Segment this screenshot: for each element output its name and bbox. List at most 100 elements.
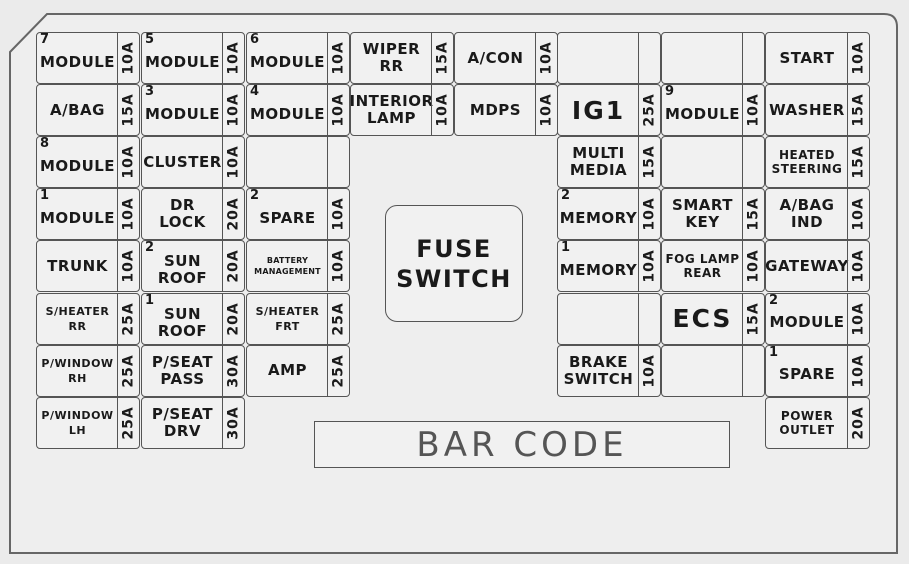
fuse-label: MODULE <box>144 52 221 71</box>
fuse-rating: 20A <box>225 197 242 231</box>
fuse-6-module[interactable]: 6 MODULE 10A <box>246 32 350 84</box>
fuse-multi-media[interactable]: MULTI MEDIA 15A <box>557 136 661 189</box>
fuse-rating-slot: 10A <box>847 293 869 344</box>
fuse-rating-slot: 10A <box>742 85 764 136</box>
fuse-p-seat-drv[interactable]: P/SEAT DRV 30A <box>141 396 245 449</box>
fuse-5-module[interactable]: 5 MODULE 10A <box>141 32 245 84</box>
fuse-rating-slot: 10A <box>327 85 349 136</box>
fuse-1-module[interactable]: 1 MODULE 10A <box>36 188 140 241</box>
fuse-rating-slot: 25A <box>327 293 349 344</box>
fuse-2-module[interactable]: 2 MODULE 10A <box>765 292 870 345</box>
fuse-ecs[interactable]: ECS 15A <box>661 292 765 345</box>
fuse-rating-slot: 15A <box>117 85 139 136</box>
fuse-label: START <box>779 48 835 67</box>
fuse-label: AMP <box>267 361 308 380</box>
fuse-3-module[interactable]: 3 MODULE 10A <box>141 84 245 137</box>
fuse-rating-slot: 25A <box>117 345 139 396</box>
fuse-s-heater-rr[interactable]: S/HEATER RR 25A <box>36 292 140 345</box>
fuse-label: A/BAG IND <box>779 196 835 232</box>
fuse-rating-slot: 30A <box>222 397 244 448</box>
fuse-rating-slot: 10A <box>535 33 557 83</box>
fuse-empty[interactable] <box>557 32 661 84</box>
fuse-2-memory[interactable]: 2 MEMORY 10A <box>557 188 661 241</box>
fuse-rating: 10A <box>850 41 867 75</box>
fuse-trunk[interactable]: TRUNK 10A <box>36 240 140 293</box>
fuse-amp[interactable]: AMP 25A <box>246 344 350 397</box>
fuse-rating: 25A <box>641 93 658 127</box>
fuse-4-module[interactable]: 4 MODULE 10A <box>246 84 350 137</box>
fuse-rating: 25A <box>330 353 347 388</box>
fuse-mdps[interactable]: MDPS 10A <box>454 84 558 137</box>
fuse-rating-slot: 10A <box>117 189 139 240</box>
fuse-1-spare[interactable]: 1 SPARE 10A <box>765 344 870 397</box>
fuse-empty[interactable] <box>661 32 765 84</box>
fuse-rating: 10A <box>330 197 347 231</box>
fuse-washer[interactable]: WASHER 15A <box>765 84 870 137</box>
fuse-rating-slot: 30A <box>222 345 244 396</box>
fuse-a-bag[interactable]: A/BAG 15A <box>36 84 140 137</box>
fuse-7-module[interactable]: 7 MODULE 10A <box>36 32 140 84</box>
fuse-label: GATEWAY <box>765 256 849 275</box>
fuse-label: MODULE <box>39 156 116 175</box>
fuse-rating: 25A <box>120 301 137 336</box>
fuse-rating: 20A <box>850 406 867 440</box>
fuse-a-con[interactable]: A/CON 10A <box>454 32 558 84</box>
fuse-cluster[interactable]: CLUSTER 10A <box>141 136 245 189</box>
fuse-label: SPARE <box>778 365 836 384</box>
fuse-gateway[interactable]: GATEWAY 10A <box>765 240 870 293</box>
fuse-1-memory[interactable]: 1 MEMORY 10A <box>557 240 661 293</box>
fuse-wiper-rr[interactable]: WIPER RR 15A <box>350 32 454 84</box>
fuse-empty[interactable] <box>661 344 765 397</box>
fuse-label: MODULE <box>39 208 116 227</box>
fuse-empty[interactable] <box>246 136 350 189</box>
fuse-rating: 15A <box>745 197 762 231</box>
fuse-start[interactable]: START 10A <box>765 32 870 84</box>
fuse-9-module[interactable]: 9 MODULE 10A <box>661 84 765 137</box>
fuse-label: CLUSTER <box>143 152 222 171</box>
fuse-dr-lock[interactable]: DR LOCK 20A <box>141 188 245 241</box>
fuse-rating: 20A <box>225 301 242 336</box>
fuse-rating-slot: 20A <box>222 293 244 344</box>
fuse-label: MULTI MEDIA <box>569 144 628 180</box>
fuse-2-spare[interactable]: 2 SPARE 10A <box>246 188 350 241</box>
fuse-rating-slot: 10A <box>638 241 660 292</box>
fuse-smart-key[interactable]: SMART KEY 15A <box>661 188 765 241</box>
fuse-rating-slot: 15A <box>847 137 869 188</box>
fuse-rating-slot: 10A <box>222 137 244 188</box>
fuse-label <box>662 346 743 396</box>
fuse-rating: 10A <box>641 249 658 284</box>
fuse-2-sun-roof[interactable]: 2 SUN ROOF 20A <box>141 240 245 293</box>
fuse-p-seat-pass[interactable]: P/SEAT PASS 30A <box>141 344 245 397</box>
fuse-s-heater-frt[interactable]: S/HEATER FRT 25A <box>246 292 350 345</box>
fuse-empty[interactable] <box>557 292 661 345</box>
fuse-rating: 30A <box>225 353 242 388</box>
fuse-rating-slot: 15A <box>847 85 869 136</box>
fuse-rating-slot: 10A <box>847 33 869 83</box>
fuse-rating-slot: 15A <box>742 293 764 344</box>
fuse-a-bag-ind[interactable]: A/BAG IND 10A <box>765 188 870 241</box>
fuse-p-window-lh[interactable]: P/WINDOW LH 25A <box>36 396 140 449</box>
fuse-interior-lamp[interactable]: INTERIOR LAMP 10A <box>349 84 454 137</box>
fuse-rating-slot: 20A <box>847 397 869 448</box>
fuse-p-window-rh[interactable]: P/WINDOW RH 25A <box>36 344 140 397</box>
fuse-empty[interactable] <box>661 136 765 189</box>
fuse-8-module[interactable]: 8 MODULE 10A <box>36 136 140 189</box>
fuse-brake-switch[interactable]: BRAKE SWITCH 10A <box>557 344 661 397</box>
fuse-label: S/HEATER RR <box>45 304 110 333</box>
fuse-label: SUN ROOF <box>157 304 208 340</box>
fuse-rating-slot: 10A <box>117 33 139 83</box>
fuse-heated-steering[interactable]: HEATED STEERING 15A <box>765 136 870 189</box>
fuse-ig1[interactable]: IG1 25A <box>557 84 661 137</box>
fuse-1-sun-roof[interactable]: 1 SUN ROOF 20A <box>141 292 245 345</box>
fuse-rating: 25A <box>330 301 347 336</box>
fuse-rating: 10A <box>641 197 658 231</box>
fuse-rating-slot <box>742 137 764 188</box>
fuse-label <box>247 137 328 187</box>
fuse-rating: 15A <box>745 301 762 336</box>
fuse-rating: 20A <box>225 249 242 284</box>
fuse-label: WIPER RR <box>362 40 421 75</box>
fuse-fog-lamp-rear[interactable]: FOG LAMP REAR 10A <box>661 240 765 293</box>
fuse-power-outlet[interactable]: POWER OUTLET 20A <box>765 396 870 449</box>
fuse-switch[interactable]: FUSE SWITCH <box>385 205 523 322</box>
fuse-battery-management[interactable]: BATTERY MANAGEMENT 10A <box>246 240 350 293</box>
